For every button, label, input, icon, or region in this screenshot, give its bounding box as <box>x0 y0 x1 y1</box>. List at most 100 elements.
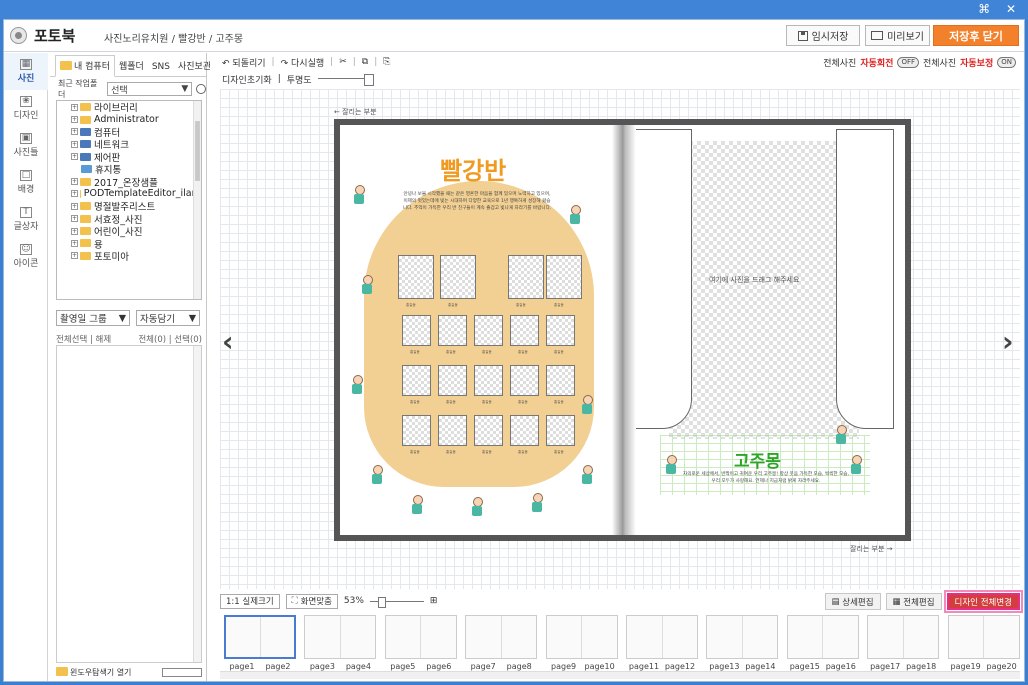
page-thumbnail[interactable] <box>947 615 1020 659</box>
page-thumbnail[interactable] <box>786 615 859 659</box>
tree-item[interactable]: 휴지통 <box>57 163 201 176</box>
thumbnail-size-slider[interactable] <box>162 667 202 677</box>
page-thumbnail[interactable] <box>224 615 296 659</box>
photo-drop-zone[interactable] <box>669 141 859 439</box>
page-thumbnail[interactable] <box>867 615 940 659</box>
expand-icon[interactable]: + <box>71 153 78 161</box>
tree-item[interactable]: + 라이브러리 <box>57 101 201 114</box>
tree-item[interactable]: + 네트워크 <box>57 138 201 151</box>
window-controls[interactable]: ⌘ ✕ <box>978 2 1022 16</box>
rail-item-2[interactable]: ▣ 사진틀 <box>4 127 48 164</box>
photo-slot[interactable] <box>510 365 539 396</box>
rail-item-5[interactable]: ☺ 아이콘 <box>4 238 48 275</box>
zoom-in-icon[interactable]: ⊞ <box>430 596 438 606</box>
rail-item-4[interactable]: T 글상자 <box>4 201 48 238</box>
photo-slot[interactable] <box>474 415 503 446</box>
tree-item[interactable]: + Administrator <box>57 113 201 125</box>
tab-web-folder[interactable]: 웹폴더 <box>115 59 148 76</box>
save-close-button[interactable]: 저장후 닫기 <box>933 25 1019 46</box>
tree-item[interactable]: + 용 <box>57 237 201 251</box>
photo-slot[interactable] <box>474 315 503 346</box>
auto-fill-select[interactable]: 자동담기 ▼ <box>136 310 200 326</box>
prev-page-arrow[interactable]: ‹ <box>222 325 234 358</box>
open-explorer-link[interactable]: 윈도우탐색기 열기 <box>56 666 131 678</box>
page-thumbnail[interactable] <box>626 615 698 659</box>
expand-icon[interactable]: + <box>71 128 78 136</box>
photo-list-scrollbar[interactable] <box>193 346 201 662</box>
page-thumbnail[interactable] <box>706 615 779 659</box>
page-strip-scrollbar[interactable] <box>220 671 1020 679</box>
zoom-slider[interactable] <box>369 596 424 608</box>
paste-icon[interactable]: ⎘ <box>383 57 390 67</box>
design-change-all-button[interactable]: 디자인 전체변경 <box>943 590 1024 613</box>
transparency-slider[interactable] <box>317 74 374 86</box>
expand-icon[interactable]: + <box>71 252 78 260</box>
rail-item-1[interactable]: ❀ 디자인 <box>4 90 48 127</box>
redo-button[interactable]: ↷ 다시실행 <box>281 56 325 69</box>
photo-slot[interactable] <box>510 315 539 346</box>
refresh-icon[interactable] <box>196 84 206 94</box>
expand-icon[interactable]: + <box>71 202 78 210</box>
photo-slot[interactable] <box>398 255 434 299</box>
tree-item[interactable]: +2017_온장샘플 <box>57 175 201 189</box>
fit-screen-button[interactable]: ⛶ 화면맞춤 <box>285 593 338 609</box>
photo-slot[interactable] <box>546 365 575 396</box>
right-page[interactable]: 여기에 사진을 드래그 해주세요 고주몽 자의로운 세상에서, 반짝이고 귀여운… <box>624 125 905 535</box>
undo-button[interactable]: ↶ 되돌리기 <box>222 56 266 69</box>
tree-item[interactable]: + PODTemplateEditor_ilark <box>57 188 201 200</box>
temp-save-button[interactable]: 임시저장 <box>786 25 860 46</box>
select-all-toggle[interactable]: 전체선택 | 해제 <box>56 333 111 345</box>
page-thumbnail[interactable] <box>465 615 538 659</box>
expand-icon[interactable]: + <box>71 116 78 124</box>
photo-slot[interactable] <box>402 415 431 446</box>
tree-item[interactable]: + 어린이_사진 <box>57 225 201 238</box>
tree-item[interactable]: + 명절발주리스트 <box>57 200 201 213</box>
full-edit-button[interactable]: ▦ 전체편집 <box>885 593 942 610</box>
actual-size-button[interactable]: 1:1 실제크기 <box>220 593 280 609</box>
expand-icon[interactable]: + <box>71 103 78 111</box>
tree-item[interactable]: + 서효정_사진 <box>57 213 201 226</box>
page-thumbnail[interactable] <box>384 615 457 659</box>
tree-scroll-thumb[interactable] <box>195 121 200 181</box>
photo-slot[interactable] <box>438 315 467 346</box>
copy-icon[interactable]: ⧉ <box>362 57 368 67</box>
group-select[interactable]: 촬영일 그룹 ▼ <box>56 310 130 326</box>
right-page-title[interactable]: 고주몽 <box>734 447 781 472</box>
next-page-arrow[interactable]: › <box>1002 325 1014 358</box>
design-canvas[interactable]: ‹ › ← 잘리는 부분 잘리는 부분 → 빨강반 안녕나 보물 시작했을 때는… <box>220 89 1020 589</box>
preview-button[interactable]: 미리보기 <box>865 25 930 46</box>
photo-slot[interactable] <box>546 255 582 299</box>
left-page[interactable]: 빨강반 안녕나 보물 시작했을 때는 같은 영혼한 마음을 함께 있으며 노력하… <box>340 125 622 535</box>
photo-list[interactable] <box>56 345 202 663</box>
page-thumbnail[interactable] <box>545 615 618 659</box>
auto-correct-toggle[interactable]: ON <box>997 57 1016 68</box>
auto-rotate-toggle[interactable]: OFF <box>897 57 919 68</box>
photo-slot[interactable] <box>440 255 476 299</box>
expand-icon[interactable]: + <box>71 178 78 186</box>
left-page-title[interactable]: 빨강반 <box>440 151 506 186</box>
photo-slot[interactable] <box>438 365 467 396</box>
detail-edit-button[interactable]: ▤ 상세편집 <box>824 593 881 610</box>
expand-icon[interactable]: + <box>71 140 78 148</box>
photo-slot[interactable] <box>474 365 503 396</box>
tab-sns[interactable]: SNS <box>148 62 174 76</box>
tree-scrollbar[interactable] <box>193 101 201 299</box>
design-reset-button[interactable]: 디자인초기화 <box>222 73 272 86</box>
photo-slot[interactable] <box>402 315 431 346</box>
expand-icon[interactable]: + <box>71 227 78 235</box>
menu-icon[interactable] <box>10 27 27 44</box>
photo-slot[interactable] <box>402 365 431 396</box>
expand-icon[interactable]: + <box>71 239 78 247</box>
tree-item[interactable]: + 컴퓨터 <box>57 126 201 139</box>
cut-icon[interactable]: ✂ <box>339 57 347 67</box>
photo-slot[interactable] <box>508 255 544 299</box>
tree-item[interactable]: + 포토미아 <box>57 250 201 263</box>
photo-slot[interactable] <box>546 315 575 346</box>
photo-slot[interactable] <box>510 415 539 446</box>
page-thumbnail[interactable] <box>304 615 377 659</box>
expand-icon[interactable]: + <box>71 190 78 198</box>
tab-my-computer[interactable]: 내 컴퓨터 <box>55 55 115 77</box>
rail-item-3[interactable]: □ 배경 <box>4 164 48 201</box>
photo-slot[interactable] <box>438 415 467 446</box>
expand-icon[interactable]: + <box>71 215 78 223</box>
